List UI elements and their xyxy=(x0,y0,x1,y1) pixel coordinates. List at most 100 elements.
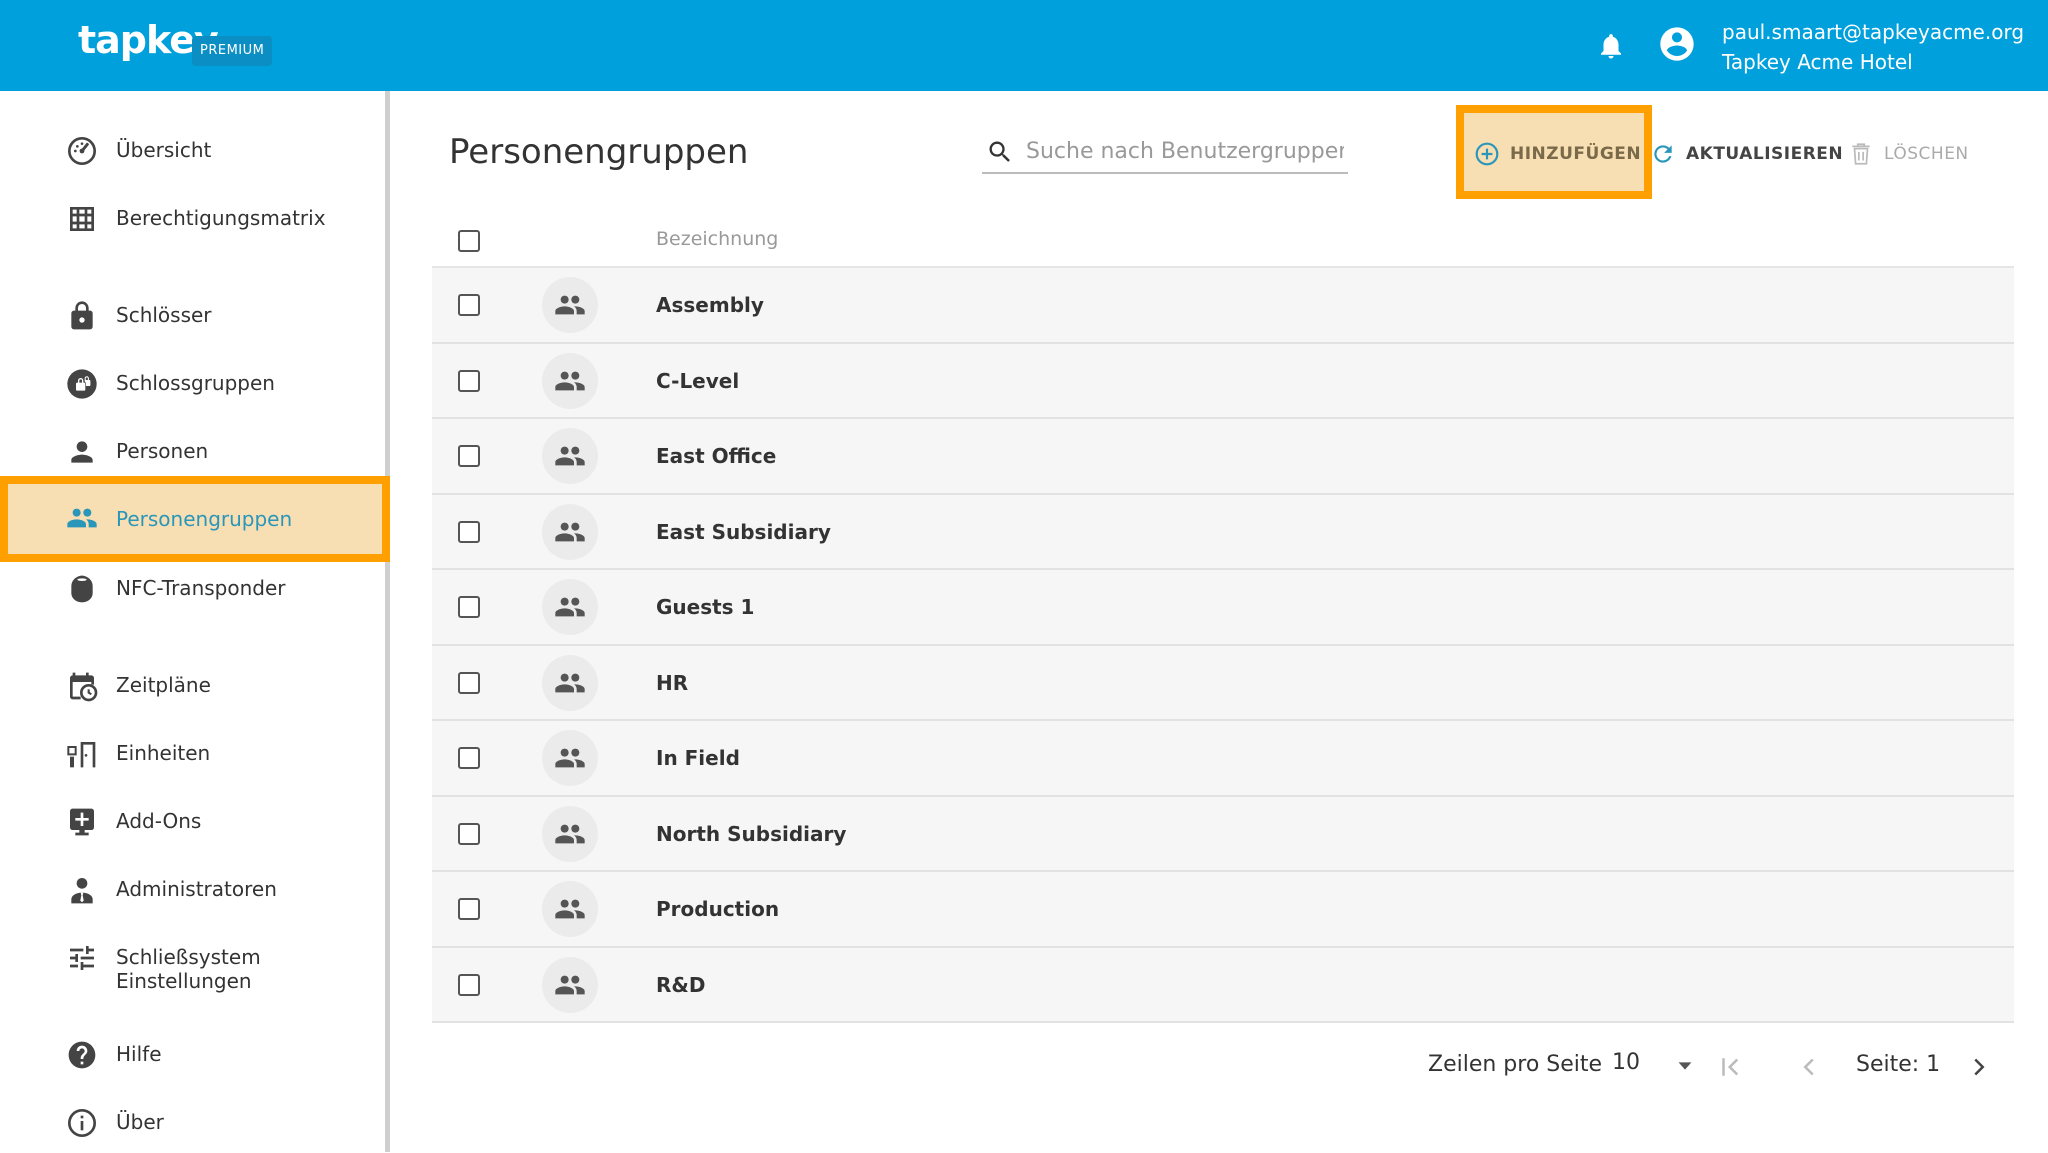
user-email[interactable]: paul.smaart@tapkeyacme.org xyxy=(1722,20,2024,44)
add-circle-icon xyxy=(1475,142,1499,166)
group-avatar xyxy=(542,352,598,409)
sidebar-item-personengruppen[interactable]: Personengruppen xyxy=(0,476,390,562)
lock-icon xyxy=(71,301,93,330)
group-name[interactable]: R&D xyxy=(656,973,705,997)
people-icon xyxy=(555,371,585,390)
row-checkbox[interactable] xyxy=(458,898,480,920)
group-name[interactable]: C-Level xyxy=(656,369,739,393)
row-checkbox[interactable] xyxy=(458,973,480,996)
door-unit-icon xyxy=(67,742,96,768)
sidebar-item-add-ons[interactable]: Add-Ons xyxy=(0,792,390,852)
sidebar-item-label: Personengruppen xyxy=(116,507,293,531)
select-all-checkbox[interactable] xyxy=(458,230,480,252)
page-title: Personengruppen xyxy=(449,132,749,172)
transponder-icon xyxy=(71,575,93,603)
help-icon xyxy=(68,1041,96,1069)
sidebar-item-schlossgruppen[interactable]: Schlossgruppen xyxy=(0,354,390,414)
people-icon xyxy=(555,597,585,617)
table-row[interactable]: North Subsidiary xyxy=(432,796,2014,872)
search-input[interactable] xyxy=(1026,134,1344,168)
sidebar-item-zeitplaene[interactable]: Zeitpläne xyxy=(0,656,390,716)
group-name[interactable]: East Subsidiary xyxy=(656,520,831,544)
sidebar-item-uebersicht[interactable]: Übersicht xyxy=(0,121,390,181)
table-header: Bezeichnung xyxy=(432,210,2014,268)
sidebar-item-label: Administratoren xyxy=(116,877,277,901)
pagination: Zeilen pro Seite 10 Seite: 1 xyxy=(1420,1046,2020,1086)
group-name[interactable]: In Field xyxy=(656,746,740,770)
page-indicator: Seite: 1 xyxy=(1856,1052,1941,1077)
sidebar-item-nfc-transponder[interactable]: NFC-Transponder xyxy=(0,559,390,619)
people-icon xyxy=(555,522,585,541)
row-checkbox[interactable] xyxy=(458,369,480,392)
previous-page-icon[interactable] xyxy=(1794,1052,1824,1082)
sidebar-item-berechtigungsmatrix[interactable]: Berechtigungsmatrix xyxy=(0,189,390,249)
group-name[interactable]: East Office xyxy=(656,444,776,468)
dropdown-arrow-icon[interactable] xyxy=(1674,1058,1696,1074)
user-organization[interactable]: Tapkey Acme Hotel xyxy=(1722,50,1913,74)
sidebar-item-label: Berechtigungsmatrix xyxy=(116,206,326,230)
group-name[interactable]: Production xyxy=(656,897,779,921)
add-button[interactable]: HINZUFÜGEN xyxy=(1474,136,1641,172)
search-field[interactable] xyxy=(982,130,1348,174)
row-checkbox[interactable] xyxy=(458,596,480,618)
lock-group-icon xyxy=(67,369,97,399)
notification-bell-icon[interactable] xyxy=(1596,30,1626,62)
people-icon xyxy=(555,975,585,994)
premium-badge: PREMIUM xyxy=(192,36,273,66)
row-checkbox[interactable] xyxy=(458,294,480,316)
account-circle-icon[interactable] xyxy=(1657,24,1697,64)
sidebar-nav: Übersicht Berechtigungsmatrix Schlösser … xyxy=(0,91,390,1152)
group-avatar xyxy=(542,503,598,560)
row-checkbox[interactable] xyxy=(458,822,480,845)
table-row[interactable]: C-Level xyxy=(432,343,2014,419)
next-page-icon[interactable] xyxy=(1964,1052,1994,1082)
sidebar-item-label: Hilfe xyxy=(116,1042,162,1066)
sidebar-item-einheiten[interactable]: Einheiten xyxy=(0,724,390,784)
group-avatar xyxy=(542,805,598,862)
table-row[interactable]: In Field xyxy=(432,721,2014,797)
sidebar-item-schliesssystem-einstellungen[interactable]: Schließsystem Einstellungen xyxy=(0,928,390,993)
sidebar-item-hilfe[interactable]: Hilfe xyxy=(0,1025,390,1085)
sidebar-item-ueber[interactable]: Über xyxy=(0,1093,390,1153)
group-avatar xyxy=(542,277,598,333)
people-icon xyxy=(555,899,585,919)
delete-button[interactable]: LÖSCHEN xyxy=(1848,136,1969,172)
grid-icon xyxy=(70,207,94,231)
sidebar-item-label: NFC-Transponder xyxy=(116,576,286,600)
group-avatar xyxy=(542,654,598,711)
first-page-icon[interactable] xyxy=(1716,1052,1746,1082)
row-checkbox[interactable] xyxy=(458,445,480,467)
row-checkbox[interactable] xyxy=(458,671,480,694)
group-name[interactable]: North Subsidiary xyxy=(656,822,846,846)
sidebar-item-administratoren[interactable]: Administratoren xyxy=(0,860,390,920)
sidebar-item-schloesser[interactable]: Schlösser xyxy=(0,286,390,346)
group-avatar xyxy=(542,881,598,937)
sidebar-item-personen[interactable]: Personen xyxy=(0,422,390,482)
table-row[interactable]: East Office xyxy=(432,419,2014,495)
table-row[interactable]: R&D xyxy=(432,947,2014,1023)
people-icon xyxy=(555,446,585,466)
add-on-icon xyxy=(70,808,94,836)
table-row[interactable]: HR xyxy=(432,645,2014,721)
table-row[interactable]: East Subsidiary xyxy=(432,494,2014,570)
person-icon xyxy=(71,441,93,463)
table-row[interactable]: Guests 1 xyxy=(432,570,2014,646)
sidebar-item-label: Schlösser xyxy=(116,303,212,327)
sidebar-item-label: Einheiten xyxy=(116,741,211,765)
row-checkbox[interactable] xyxy=(458,520,480,543)
group-name[interactable]: HR xyxy=(656,671,688,695)
column-header-bezeichnung[interactable]: Bezeichnung xyxy=(656,228,778,250)
row-checkbox[interactable] xyxy=(458,747,480,769)
refresh-button[interactable]: AKTUALISIEREN xyxy=(1650,136,1843,172)
search-icon xyxy=(989,141,1010,162)
rows-per-page-select[interactable]: 10 xyxy=(1612,1050,1640,1075)
people-icon xyxy=(555,748,585,768)
sidebar-item-label: Übersicht xyxy=(116,138,212,162)
group-name[interactable]: Guests 1 xyxy=(656,595,754,619)
rows-per-page-label: Zeilen pro Seite xyxy=(1428,1052,1603,1077)
table-row[interactable]: Production xyxy=(432,872,2014,948)
group-name[interactable]: Assembly xyxy=(656,293,764,317)
people-icon xyxy=(555,824,585,843)
calendar-clock-icon xyxy=(70,672,98,702)
table-row[interactable]: Assembly xyxy=(432,268,2014,344)
